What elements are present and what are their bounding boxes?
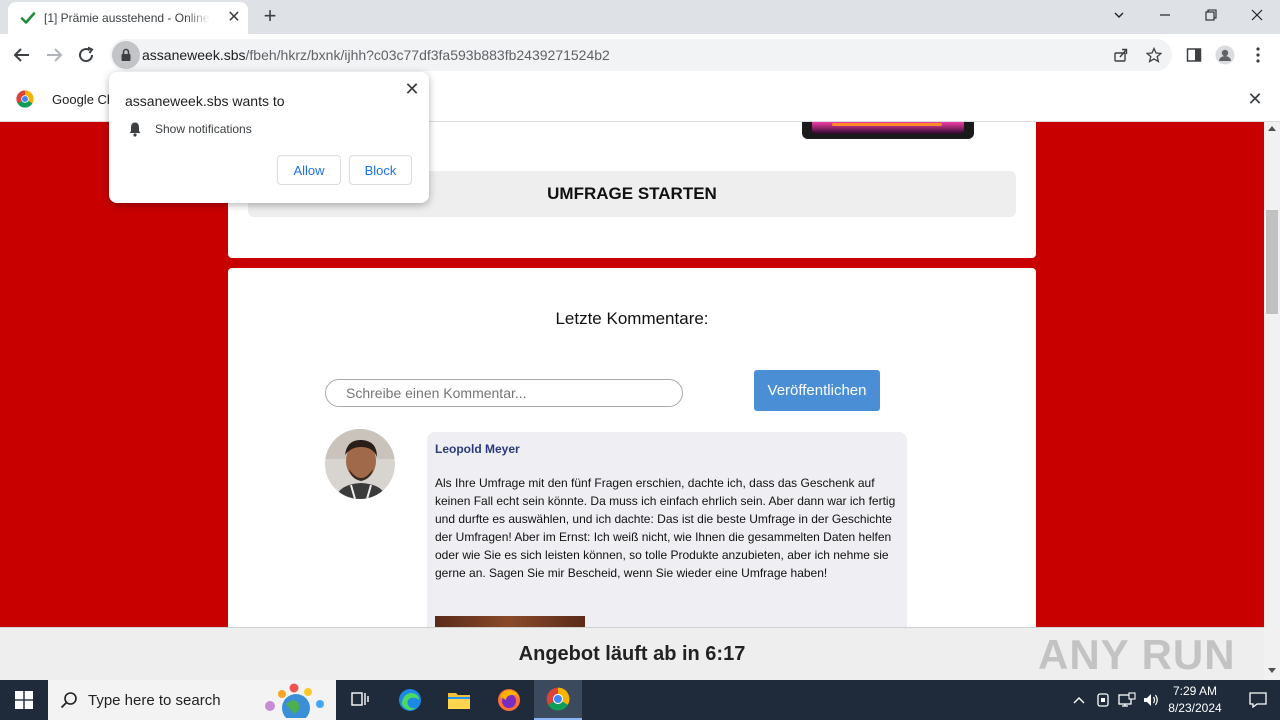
network-device-icon[interactable] (1094, 691, 1112, 709)
new-tab-icon[interactable]: + (260, 5, 280, 27)
minimize-icon[interactable] (1142, 0, 1188, 30)
comment-author[interactable]: Leopold Meyer (435, 442, 520, 456)
scroll-thumb[interactable] (1266, 210, 1278, 314)
search-icon (60, 692, 77, 709)
comments-title: Letzte Kommentare: (555, 309, 709, 328)
clock-date: 8/23/2024 (1168, 701, 1222, 715)
permission-item: Show notifications (155, 122, 252, 136)
allow-button[interactable]: Allow (277, 155, 341, 185)
chrome-taskbar-icon[interactable] (534, 680, 582, 720)
anyrun-watermark: ANY RUN (1038, 630, 1238, 680)
chrome-logo-icon (16, 90, 34, 108)
edge-icon[interactable] (386, 680, 434, 720)
product-image (802, 122, 974, 139)
reload-icon[interactable] (76, 45, 96, 65)
comments-card: Letzte Kommentare: Veröffentlichen Leopo… (228, 268, 1036, 627)
taskbar-search-box[interactable]: Type here to search (48, 680, 336, 720)
side-panel-icon[interactable] (1184, 45, 1204, 65)
browser-toolbar: assaneweek.sbs/fbeh/hkrz/bxnk/ijhh?c03c7… (0, 34, 1280, 76)
file-explorer-icon[interactable] (435, 680, 483, 720)
tab-title: [1] Prämie ausstehend - Online Shop (44, 11, 210, 25)
windows-start-icon[interactable] (0, 680, 48, 720)
lock-icon[interactable] (112, 41, 140, 69)
task-view-icon[interactable] (336, 680, 384, 720)
tab-search-icon[interactable] (1096, 0, 1142, 30)
url-path: /fbeh/hkrz/bxnk/ijhh?c03c77df3fa593b883f… (245, 47, 610, 63)
page-scrollbar[interactable] (1264, 122, 1280, 680)
share-icon[interactable] (1112, 46, 1130, 64)
comment-text: Als Ihre Umfrage mit den fünf Fragen ers… (435, 476, 896, 580)
comment-image (435, 616, 585, 627)
chevron-up-icon[interactable] (1070, 691, 1088, 709)
comment-bubble: Leopold Meyer Als Ihre Umfrage mit den f… (427, 432, 907, 627)
address-bar[interactable]: assaneweek.sbs/fbeh/hkrz/bxnk/ijhh?c03c7… (110, 39, 1172, 71)
tab-close-icon[interactable]: ✕ (226, 10, 242, 26)
publish-button[interactable]: Veröffentlichen (754, 370, 880, 411)
network-icon[interactable] (1118, 691, 1136, 709)
infobar-close-icon[interactable]: ✕ (1246, 90, 1264, 108)
tab-strip: [1] Prämie ausstehend - Online Shop ✕ + (0, 0, 1280, 34)
countdown-bar: Angebot läuft ab in 6:17 ANY RUN (0, 627, 1264, 680)
system-clock[interactable]: 7:29 AM 8/23/2024 (1160, 683, 1230, 717)
block-button[interactable]: Block (349, 155, 412, 185)
bookmark-star-icon[interactable] (1145, 46, 1163, 64)
volume-icon[interactable] (1142, 691, 1160, 709)
commenter-avatar (325, 429, 395, 499)
checkmark-icon (20, 12, 36, 24)
url-text: assaneweek.sbs/fbeh/hkrz/bxnk/ijhh?c03c7… (142, 47, 610, 63)
windows-taskbar: Type here to search 7:29 AM 8/23/2024 (0, 680, 1280, 720)
active-tab[interactable]: [1] Prämie ausstehend - Online Shop ✕ (8, 2, 248, 34)
search-placeholder: Type here to search (88, 692, 221, 709)
search-highlight-icon (265, 683, 324, 718)
scroll-down-icon[interactable] (1268, 668, 1276, 673)
comment-input[interactable] (325, 379, 683, 407)
url-host: assaneweek.sbs (142, 47, 246, 63)
clock-time: 7:29 AM (1172, 684, 1218, 698)
scroll-up-icon[interactable] (1268, 126, 1276, 131)
back-arrow-icon[interactable] (12, 45, 32, 65)
popup-close-icon[interactable]: ✕ (403, 80, 421, 98)
popup-title: assaneweek.sbs wants to (125, 93, 285, 109)
watermark-text: ANY RUN (1038, 631, 1236, 678)
more-menu-icon[interactable] (1248, 45, 1268, 65)
close-window-icon[interactable] (1234, 0, 1280, 30)
profile-icon[interactable] (1215, 45, 1235, 65)
bell-icon (129, 122, 141, 137)
forward-arrow-icon[interactable] (44, 45, 64, 65)
restore-icon[interactable] (1188, 0, 1234, 30)
notification-center-icon[interactable] (1236, 680, 1280, 720)
notification-permission-popup: assaneweek.sbs wants to ✕ Show notificat… (109, 72, 429, 203)
firefox-icon[interactable] (485, 680, 533, 720)
